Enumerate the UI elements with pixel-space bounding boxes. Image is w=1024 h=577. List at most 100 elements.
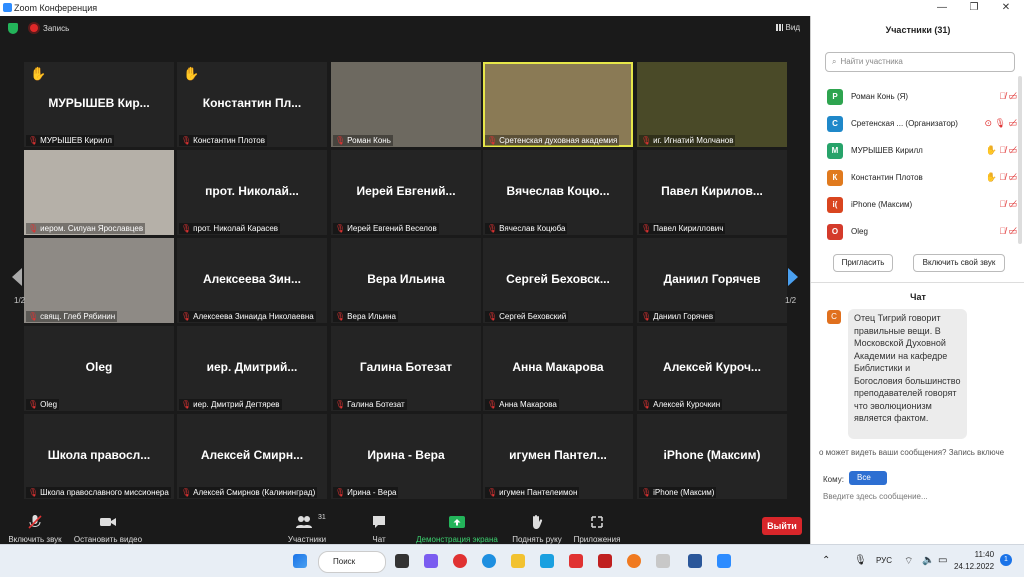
tile-caption: 🎙 Вера Ильина bbox=[333, 311, 398, 322]
participant-tile[interactable]: 🎙 Сретенская духовная академия bbox=[483, 62, 633, 147]
tile-caption-name: Школа православного миссионера bbox=[40, 488, 169, 497]
participant-tile[interactable]: 🎙 иг. Игнатий Молчанов bbox=[637, 62, 787, 147]
taskbar-clock[interactable]: 11:40 24.12.2022 bbox=[954, 549, 994, 573]
participant-tile[interactable]: Иерей Евгений... 🎙 Иерей Евгений Веселов bbox=[331, 150, 481, 235]
participant-tile[interactable]: Алексеева Зин... 🎙 Алексеева Зинаида Никол… bbox=[177, 238, 327, 323]
participant-tile[interactable]: Павел Кирилов... 🎙 Павел Кириллович bbox=[637, 150, 787, 235]
language-indicator[interactable]: РУС bbox=[876, 556, 892, 565]
participant-tile[interactable]: 🎙 Роман Конь bbox=[331, 62, 481, 147]
edge-icon[interactable] bbox=[482, 554, 496, 568]
participant-tile[interactable]: Алексей Смирн... 🎙 Алексей Смирнов (Калини… bbox=[177, 414, 327, 499]
participant-tile[interactable]: Вера Ильина 🎙 Вера Ильина bbox=[331, 238, 481, 323]
participant-row[interactable]: М МУРЫШЕВ Кирилл ✋ 🎙̸ ▭̸ bbox=[827, 142, 1017, 160]
taskbar-search[interactable]: Поиск bbox=[318, 551, 386, 573]
tile-caption-name: Oleg bbox=[40, 400, 58, 409]
tile-caption: 🎙 Сергей Беховский bbox=[485, 311, 569, 322]
teams-icon[interactable] bbox=[424, 554, 438, 568]
raised-hand-icon: ✋ bbox=[183, 66, 200, 81]
explorer-icon[interactable] bbox=[511, 554, 525, 568]
unmute-button[interactable]: Включить звук bbox=[6, 510, 64, 544]
participant-tile[interactable]: Даниил Горячев 🎙 Даниил Горячев bbox=[637, 238, 787, 323]
view-button[interactable]: Вид bbox=[775, 23, 800, 32]
tile-caption-name: Галина Ботезат bbox=[347, 400, 405, 409]
chat-input[interactable]: Введите здесь сообщение... bbox=[823, 492, 928, 501]
tile-caption-name: прот. Николай Карасев bbox=[193, 224, 279, 233]
mic-muted-icon: 🎙 bbox=[181, 224, 192, 233]
app-icon[interactable] bbox=[656, 554, 670, 568]
opera-icon[interactable] bbox=[453, 554, 467, 568]
raise-hand-button[interactable]: Поднять руку bbox=[508, 510, 566, 544]
leave-button[interactable]: Выйти bbox=[762, 517, 802, 535]
next-page-arrow-icon[interactable] bbox=[788, 268, 798, 286]
tile-caption: 🎙 иером. Силуан Ярославцев bbox=[26, 223, 146, 234]
participant-tile[interactable]: Школа правосл... 🎙 Школа православного мис… bbox=[24, 414, 174, 499]
participant-row[interactable]: К Константин Плотов ✋ 🎙̸ ▭̸ bbox=[827, 169, 1017, 187]
mic-muted-icon: 🎙 bbox=[641, 312, 652, 321]
skype-icon[interactable] bbox=[540, 554, 554, 568]
participant-status-icon: 🎙̸ ▭̸ bbox=[999, 91, 1017, 101]
start-icon[interactable] bbox=[293, 554, 307, 568]
yandex-icon[interactable] bbox=[569, 554, 583, 568]
participant-avatar: М bbox=[827, 143, 843, 159]
wifi-icon[interactable]: ⌔ bbox=[904, 555, 913, 568]
apps-button[interactable]: Приложения bbox=[571, 510, 623, 544]
chat-button[interactable]: Чат bbox=[364, 510, 394, 544]
side-panel: Участники (31) ⌕ Найти участника Р Роман К… bbox=[810, 16, 1024, 544]
tile-name-large: Алексей Смирн... bbox=[200, 448, 304, 462]
task-view-icon[interactable] bbox=[395, 554, 409, 568]
participant-tile[interactable]: iPhone (Максим) 🎙 iPhone (Максим) bbox=[637, 414, 787, 499]
participant-tile[interactable]: 🎙 свящ. Глеб Рябинин bbox=[24, 238, 174, 323]
participant-tile[interactable]: 🎙 иером. Силуан Ярославцев bbox=[24, 150, 174, 235]
chat-recipient-select[interactable]: Все bbox=[849, 471, 887, 485]
participant-row[interactable]: O Oleg 🎙̸ ▭̸ bbox=[827, 223, 1017, 241]
restore-button[interactable]: ❐ bbox=[964, 1, 984, 15]
participant-tile[interactable]: Алексей Куроч... 🎙 Алексей Курочкин bbox=[637, 326, 787, 411]
participant-tile[interactable]: Ирина - Вера 🎙 Ирина - Вера bbox=[331, 414, 481, 499]
participant-row[interactable]: Р Роман Конь (Я) 🎙̸ ▭̸ bbox=[827, 88, 1017, 106]
search-icon: ⌕ bbox=[832, 57, 837, 66]
mic-muted-icon: 🎙 bbox=[487, 224, 498, 233]
volume-icon[interactable]: 🔈 bbox=[922, 555, 934, 566]
zoom-taskbar-icon[interactable] bbox=[717, 554, 731, 568]
prev-page-arrow-icon[interactable] bbox=[12, 268, 22, 286]
participant-name: МУРЫШЕВ Кирилл bbox=[851, 146, 923, 155]
stop-video-button[interactable]: Остановить видео bbox=[72, 510, 144, 544]
chevron-up-icon[interactable]: ⌃ bbox=[822, 555, 830, 566]
participant-tile[interactable]: Сергей Беховск... 🎙 Сергей Беховский bbox=[483, 238, 633, 323]
participant-tile[interactable]: игумен Пантел... 🎙 игумен Пантелеимон bbox=[483, 414, 633, 499]
mic-muted-icon: 🎙 bbox=[487, 136, 498, 145]
word-icon[interactable] bbox=[688, 554, 702, 568]
participant-tile[interactable]: Галина Ботезат 🎙 Галина Ботезат bbox=[331, 326, 481, 411]
firefox-icon[interactable] bbox=[627, 554, 641, 568]
notification-badge[interactable]: 1 bbox=[1000, 554, 1012, 566]
mic-muted-icon bbox=[28, 515, 42, 529]
share-screen-button[interactable]: Демонстрация экрана bbox=[414, 510, 500, 544]
participant-tile[interactable]: Oleg 🎙 Oleg bbox=[24, 326, 174, 411]
window-title: Zoom Конференция bbox=[14, 3, 98, 13]
participant-tile[interactable]: Вячеслав Коцю... 🎙 Вячеслав Коцюба bbox=[483, 150, 633, 235]
tile-caption-name: Константин Плотов bbox=[193, 136, 265, 145]
mic-muted-icon: 🎙 bbox=[28, 312, 39, 321]
participant-tile[interactable]: Анна Макарова 🎙 Анна Макарова bbox=[483, 326, 633, 411]
participant-search-input[interactable]: ⌕ Найти участника bbox=[825, 52, 1015, 72]
tile-name-large: Галина Ботезат bbox=[359, 360, 453, 374]
participant-row[interactable]: i(iPhone (Максим) 🎙̸ ▭̸ bbox=[827, 196, 1017, 214]
participant-tile[interactable]: прот. Николай... 🎙 прот. Николай Карасев bbox=[177, 150, 327, 235]
invite-button[interactable]: Пригласить bbox=[833, 254, 893, 272]
security-shield-icon[interactable] bbox=[8, 23, 18, 34]
pdf-icon[interactable] bbox=[598, 554, 612, 568]
minimize-button[interactable]: — bbox=[932, 1, 952, 15]
grid-view-icon bbox=[775, 24, 783, 31]
mic-muted-icon: 🎙 bbox=[28, 136, 39, 145]
close-button[interactable]: ✕ bbox=[996, 1, 1016, 15]
participant-tile[interactable]: иер. Дмитрий... 🎙 иер. Дмитрий Дегтярев bbox=[177, 326, 327, 411]
microphone-icon[interactable]: 🎙 bbox=[854, 555, 867, 566]
participants-scrollbar[interactable] bbox=[1018, 76, 1022, 244]
participant-tile[interactable]: ✋ Константин Пл... 🎙 Константин Плотов bbox=[177, 62, 327, 147]
battery-icon[interactable]: ▭ bbox=[938, 555, 947, 566]
participant-tile[interactable]: ✋ МУРЫШЕВ Кир... 🎙 МУРЫШЕВ Кирилл bbox=[24, 62, 174, 147]
participant-row[interactable]: С Сретенская ... (Организатор) ⊙ 🎙 ▭̸ bbox=[827, 115, 1017, 133]
unmute-self-button[interactable]: Включить свой звук bbox=[913, 254, 1005, 272]
chat-to-label: Кому: bbox=[823, 475, 844, 484]
mic-muted-icon: 🎙 bbox=[335, 312, 346, 321]
